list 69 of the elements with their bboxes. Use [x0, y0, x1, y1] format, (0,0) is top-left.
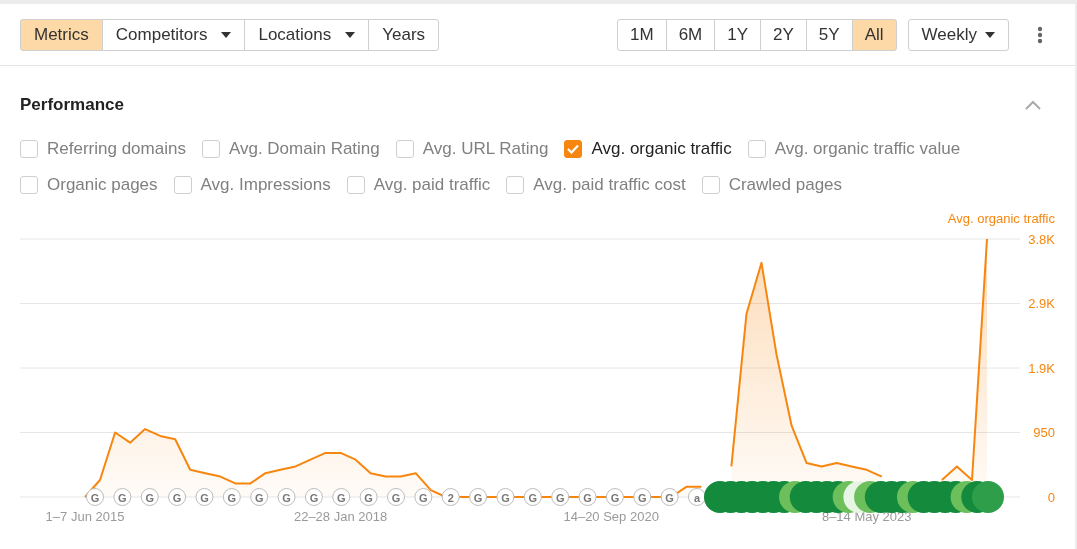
- annotation-badge[interactable]: G: [414, 488, 433, 506]
- more-icon[interactable]: [1037, 25, 1043, 44]
- range-tab[interactable]: 1Y: [714, 18, 762, 51]
- checkbox[interactable]: [346, 176, 365, 194]
- annotation-badge[interactable]: G: [605, 488, 624, 506]
- annotation-badge[interactable]: G: [195, 488, 214, 506]
- y-axis-label: 3.8K: [1028, 231, 1055, 247]
- checkbox[interactable]: [701, 176, 720, 194]
- annotation-badge[interactable]: G: [250, 488, 269, 506]
- annotation-badge[interactable]: G: [304, 488, 323, 506]
- view-tab[interactable]: Locations: [244, 18, 370, 51]
- metric-label[interactable]: Avg. URL Rating: [422, 136, 549, 162]
- metric-label[interactable]: Referring domains: [47, 136, 186, 162]
- annotation-badge[interactable]: G: [551, 488, 570, 506]
- y-axis-label: 0: [1047, 489, 1055, 505]
- view-tab[interactable]: Years: [368, 18, 440, 51]
- annotation-badge[interactable]: G: [277, 488, 296, 506]
- metric-label[interactable]: Organic pages: [47, 172, 158, 198]
- checkbox[interactable]: [20, 176, 38, 194]
- range-tab[interactable]: 1M: [617, 18, 667, 51]
- checkbox[interactable]: [395, 140, 414, 158]
- metric-label[interactable]: Avg. Domain Rating: [228, 136, 380, 162]
- y-axis-label: 950: [1033, 425, 1055, 440]
- view-tab[interactable]: Competitors: [101, 18, 246, 51]
- annotation-badge[interactable]: G: [387, 488, 405, 506]
- metric-label[interactable]: Avg. organic traffic value: [774, 136, 961, 162]
- annotation-badge[interactable]: G: [168, 488, 187, 506]
- annotation-badge[interactable]: G: [86, 488, 104, 506]
- interval-dropdown[interactable]: Weekly: [907, 18, 1009, 51]
- x-axis-label: 14–20 Sep 2020: [563, 509, 659, 524]
- checkbox[interactable]: [20, 140, 38, 158]
- annotation-badge[interactable]: G: [222, 488, 241, 506]
- annotation-badge[interactable]: G: [496, 488, 515, 506]
- annotation-badge[interactable]: G: [469, 488, 488, 506]
- x-axis-label: 22–28 Jan 2018: [293, 509, 388, 524]
- metric-label[interactable]: Avg. paid traffic cost: [533, 172, 686, 198]
- annotation-badge[interactable]: G: [578, 488, 597, 506]
- metric-label[interactable]: Avg. organic traffic: [591, 136, 732, 162]
- range-tab[interactable]: All: [851, 18, 897, 51]
- y-axis-label: 2.9K: [1028, 296, 1055, 311]
- annotation-badge[interactable]: a: [688, 488, 706, 506]
- legend-label: Avg. organic traffic: [947, 211, 1055, 226]
- x-axis-label: 8–14 May 2023: [821, 509, 912, 524]
- annotation-badge[interactable]: G: [359, 488, 378, 506]
- metric-label[interactable]: Crawled pages: [728, 172, 843, 198]
- metric-label[interactable]: Avg. Impressions: [200, 172, 331, 198]
- annotation-badge[interactable]: 2: [441, 488, 460, 506]
- caret-icon: [985, 31, 995, 38]
- view-tab[interactable]: Metrics: [20, 18, 103, 51]
- x-axis-label: 1–7 Jun 2015: [45, 509, 125, 524]
- checkbox[interactable]: [747, 140, 766, 158]
- checkbox[interactable]: [173, 176, 192, 194]
- annotation-badge[interactable]: G: [113, 488, 132, 506]
- y-axis-label: 1.9K: [1028, 360, 1055, 376]
- annotation-badge[interactable]: G: [523, 488, 542, 506]
- annotation-badge[interactable]: G: [332, 488, 351, 506]
- checkbox[interactable]: [564, 140, 583, 158]
- range-tab[interactable]: 2Y: [760, 18, 807, 51]
- checkbox[interactable]: [201, 140, 220, 158]
- collapse-icon[interactable]: [1025, 100, 1041, 110]
- range-tab[interactable]: 6M: [665, 18, 716, 51]
- annotation-badge[interactable]: G: [633, 488, 652, 506]
- checkbox[interactable]: [506, 176, 525, 194]
- annotation-badge[interactable]: G: [660, 488, 679, 506]
- range-tab[interactable]: 5Y: [805, 18, 853, 51]
- annotation-badge[interactable]: G: [140, 488, 159, 506]
- metric-label[interactable]: Avg. paid traffic: [373, 172, 491, 198]
- event-dot[interactable]: [972, 481, 1004, 513]
- section-title: Performance: [20, 94, 124, 117]
